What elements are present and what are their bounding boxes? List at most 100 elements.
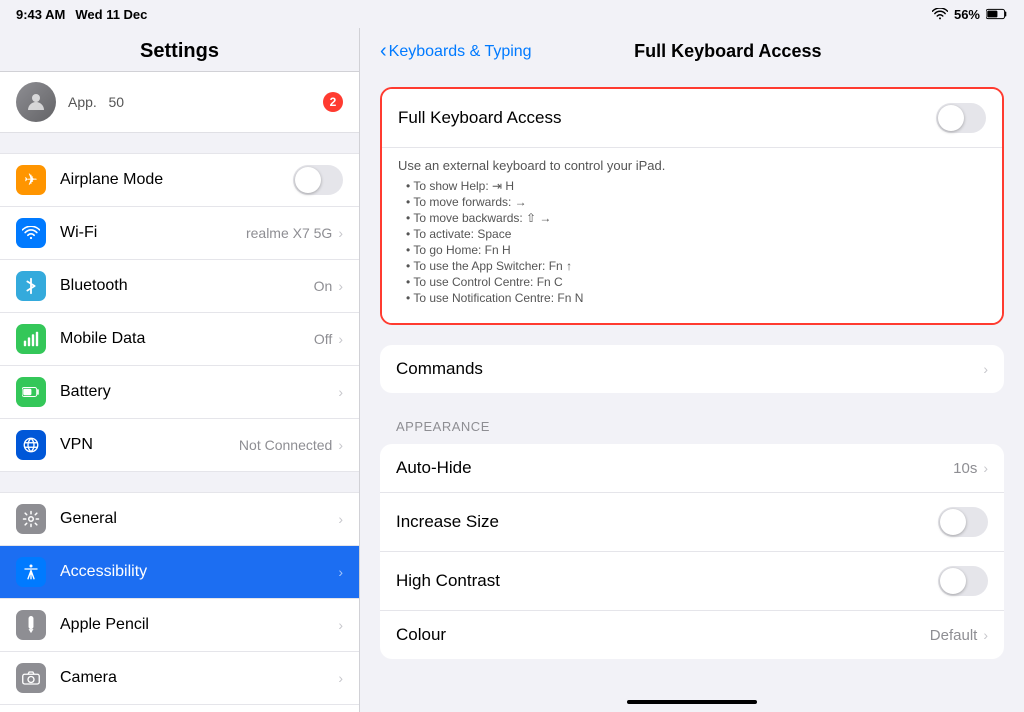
wifi-icon <box>932 8 948 20</box>
sidebar-top-item[interactable]: App. 50 2 <box>0 72 359 133</box>
fka-toggle[interactable] <box>936 103 986 133</box>
back-chevron-icon: ‹ <box>380 40 387 63</box>
sidebar-item-mobiledata[interactable]: Mobile Data Off › <box>0 313 359 366</box>
fka-desc-item-7: • To use Control Centre: Fn C <box>398 275 986 289</box>
status-left: 9:43 AM Wed 11 Dec <box>16 7 147 22</box>
commands-group: Commands › <box>380 345 1004 393</box>
fka-desc-item-1: • To show Help: ⇥ H <box>398 179 986 193</box>
back-label: Keyboards & Typing <box>389 43 532 61</box>
wifi-value: realme X7 5G <box>246 225 332 241</box>
vpn-value: Not Connected <box>239 437 332 453</box>
general-icon <box>16 504 46 534</box>
battery-label: Battery <box>60 383 338 401</box>
bluetooth-label: Bluetooth <box>60 277 314 295</box>
fka-toggle-row[interactable]: Full Keyboard Access <box>382 89 1002 148</box>
notification-badge: 2 <box>323 92 343 112</box>
applepencil-icon <box>16 610 46 640</box>
mobiledata-icon <box>16 324 46 354</box>
wifi-sidebar-icon <box>16 218 46 248</box>
fka-description: Use an external keyboard to control your… <box>382 148 1002 323</box>
avatar <box>16 82 56 122</box>
right-panel: ‹ Keyboards & Typing Full Keyboard Acces… <box>360 28 1024 712</box>
fka-desc-item-2: • To move forwards: → <box>398 195 986 209</box>
wifi-label: Wi-Fi <box>60 224 246 242</box>
vpn-chevron: › <box>338 437 343 453</box>
highcontrast-row[interactable]: High Contrast <box>380 552 1004 611</box>
sidebar-item-general[interactable]: General › <box>0 492 359 546</box>
highcontrast-label: High Contrast <box>396 571 938 591</box>
airplane-icon: ✈ <box>16 165 46 195</box>
fka-desc-item-6: • To use the App Switcher: Fn ↑ <box>398 259 986 273</box>
wifi-chevron: › <box>338 225 343 241</box>
sidebar-item-airplane[interactable]: ✈ Airplane Mode <box>0 153 359 207</box>
back-button[interactable]: ‹ Keyboards & Typing <box>380 40 532 63</box>
sidebar-item-wifi[interactable]: Wi-Fi realme X7 5G › <box>0 207 359 260</box>
increasesize-toggle[interactable] <box>938 507 988 537</box>
autohide-chevron: › <box>983 460 988 476</box>
increasesize-row[interactable]: Increase Size <box>380 493 1004 552</box>
battery-chevron: › <box>338 384 343 400</box>
sidebar-item-bluetooth[interactable]: Bluetooth On › <box>0 260 359 313</box>
fka-desc-item-3: • To move backwards: ⇧ → <box>398 211 986 225</box>
applepencil-chevron: › <box>338 617 343 633</box>
main-layout: Settings App. 50 2 ✈ Airplane Mode <box>0 28 1024 712</box>
home-bar <box>627 700 757 704</box>
vpn-icon <box>16 430 46 460</box>
colour-chevron: › <box>983 627 988 643</box>
commands-row[interactable]: Commands › <box>380 345 1004 393</box>
accessibility-icon <box>16 557 46 587</box>
commands-chevron: › <box>983 361 988 377</box>
home-indicator <box>360 694 1024 712</box>
airplane-label: Airplane Mode <box>60 171 293 189</box>
sidebar-item-accessibility[interactable]: Accessibility › <box>0 546 359 599</box>
battery-percent: 56% <box>954 7 980 22</box>
sidebar-item-vpn[interactable]: VPN Not Connected › <box>0 419 359 472</box>
battery-icon <box>986 8 1008 20</box>
accessibility-chevron: › <box>338 564 343 580</box>
status-right: 56% <box>932 7 1008 22</box>
sidebar-item-controlcentre[interactable]: Control Centre › <box>0 705 359 712</box>
accessibility-label: Accessibility <box>60 563 338 581</box>
highcontrast-toggle[interactable] <box>938 566 988 596</box>
vpn-label: VPN <box>60 436 239 454</box>
appearance-section-label: APPEARANCE <box>380 413 1004 440</box>
colour-label: Colour <box>396 625 930 645</box>
fka-desc-item-4: • To activate: Space <box>398 227 986 241</box>
airplane-toggle[interactable] <box>293 165 343 195</box>
battery-sidebar-icon <box>16 377 46 407</box>
fka-toggle-knob <box>938 105 964 131</box>
fka-desc-item-5: • To go Home: Fn H <box>398 243 986 257</box>
camera-icon <box>16 663 46 693</box>
mobiledata-label: Mobile Data <box>60 330 314 348</box>
fka-desc-title: Use an external keyboard to control your… <box>398 158 986 173</box>
status-time: 9:43 AM <box>16 7 65 22</box>
appearance-group: Auto-Hide 10s › Increase Size High Contr… <box>380 444 1004 659</box>
mobiledata-value: Off <box>314 331 332 347</box>
sidebar-title: Settings <box>0 28 359 72</box>
sidebar: Settings App. 50 2 ✈ Airplane Mode <box>0 28 360 712</box>
colour-value: Default <box>930 627 978 644</box>
sidebar-group-2: General › Accessibility › <box>0 492 359 712</box>
general-label: General <box>60 510 338 528</box>
increasesize-label: Increase Size <box>396 512 938 532</box>
sidebar-item-battery[interactable]: Battery › <box>0 366 359 419</box>
bluetooth-icon <box>16 271 46 301</box>
panel-content: Full Keyboard Access Use an external key… <box>360 71 1024 694</box>
general-chevron: › <box>338 511 343 527</box>
bluetooth-chevron: › <box>338 278 343 294</box>
increasesize-toggle-knob <box>940 509 966 535</box>
autohide-value: 10s <box>953 460 977 477</box>
sidebar-item-camera[interactable]: Camera › <box>0 652 359 705</box>
colour-row[interactable]: Colour Default › <box>380 611 1004 659</box>
commands-label: Commands <box>396 359 983 379</box>
sidebar-item-applepencil[interactable]: Apple Pencil › <box>0 599 359 652</box>
autohide-row[interactable]: Auto-Hide 10s › <box>380 444 1004 493</box>
top-item-name: App. 50 <box>68 94 124 110</box>
panel-header: ‹ Keyboards & Typing Full Keyboard Acces… <box>360 28 1024 71</box>
highcontrast-toggle-knob <box>940 568 966 594</box>
airplane-toggle-knob <box>295 167 321 193</box>
status-date: Wed 11 Dec <box>75 7 147 22</box>
bluetooth-value: On <box>314 278 333 294</box>
fka-card: Full Keyboard Access Use an external key… <box>380 87 1004 325</box>
fka-label: Full Keyboard Access <box>398 108 936 128</box>
